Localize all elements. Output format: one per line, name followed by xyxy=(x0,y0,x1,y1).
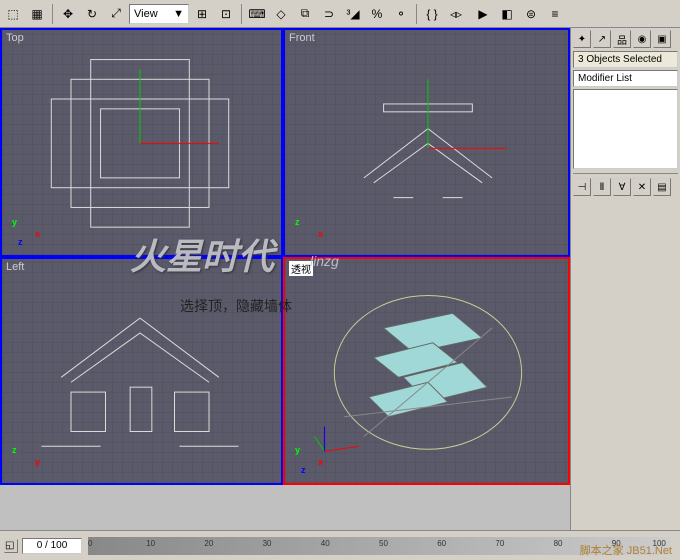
reference-dropdown[interactable]: View ▼ xyxy=(129,4,189,24)
viewport-label: 透视 xyxy=(289,261,313,276)
wireframe-left xyxy=(2,259,281,484)
main-area: Top x y z Front xyxy=(0,28,680,530)
timeline: ◱ 0 10 20 30 40 50 60 70 80 90 100 xyxy=(0,530,680,560)
material-icon[interactable]: ⊜ xyxy=(520,3,542,25)
axis-gizmo: x z xyxy=(293,217,323,247)
viewports-container: Top x y z Front xyxy=(0,28,570,530)
time-config-icon[interactable]: ◱ xyxy=(4,539,18,553)
panel-tabs: ✦ ↗ 品 ◉ ▣ xyxy=(573,30,678,48)
modify-tab-icon[interactable]: ↗ xyxy=(593,30,611,48)
mirror-icon[interactable]: ◃▹ xyxy=(445,3,467,25)
layers-icon[interactable]: ≡ xyxy=(544,3,566,25)
viewport-label: Left xyxy=(6,261,24,273)
selection-region-icon[interactable]: ⬚ xyxy=(2,3,24,25)
pin-stack-icon[interactable]: ⊣ xyxy=(573,178,591,196)
axis-gizmo: x y z xyxy=(293,445,323,475)
viewport-label: Top xyxy=(6,32,24,44)
transform-type-icon[interactable]: ⊞ xyxy=(191,3,213,25)
frame-input[interactable] xyxy=(22,538,82,554)
wireframe-perspective xyxy=(285,259,568,484)
right-toolbar: ▶ ◧ ⊜ ≡ xyxy=(472,3,566,25)
modifier-list-dropdown[interactable]: Modifier List xyxy=(573,70,678,87)
select-manipulate-icon[interactable]: ⊡ xyxy=(215,3,237,25)
named-selection-icon[interactable]: { } xyxy=(421,3,443,25)
viewport-top[interactable]: Top x y z xyxy=(0,28,283,257)
axis-gizmo: x y z xyxy=(10,217,40,247)
wireframe-top xyxy=(2,30,281,256)
viewport-label: Front xyxy=(289,32,315,44)
configure-icon[interactable]: ▤ xyxy=(653,178,671,196)
make-unique-icon[interactable]: ∀ xyxy=(613,178,631,196)
create-tab-icon[interactable]: ✦ xyxy=(573,30,591,48)
selection-window-icon[interactable]: ▦ xyxy=(26,3,48,25)
play-icon[interactable]: ▶ xyxy=(472,3,494,25)
main-toolbar: ⬚ ▦ ✥ ↻ ⤢ View ▼ ⊞ ⊡ ⌨ ◇ ⧉ ⊃ ³◢ % ⚬ { } … xyxy=(0,0,680,28)
snap3d-icon[interactable]: ⧉ xyxy=(294,3,316,25)
magnet-icon[interactable]: ⊃ xyxy=(318,3,340,25)
command-panel: ✦ ↗ 品 ◉ ▣ 3 Objects Selected Modifier Li… xyxy=(570,28,680,530)
modifier-stack[interactable] xyxy=(573,89,678,169)
modifier-controls: ⊣ Ⅱ ∀ ✕ ▤ xyxy=(573,173,678,196)
eraser-icon[interactable]: ◧ xyxy=(496,3,518,25)
display-tab-icon[interactable]: ▣ xyxy=(653,30,671,48)
rotate-icon[interactable]: ↻ xyxy=(81,3,103,25)
viewport-perspective[interactable]: 透视 x y z xyxy=(283,257,570,485)
motion-tab-icon[interactable]: ◉ xyxy=(633,30,651,48)
scale-icon[interactable]: ⤢ xyxy=(105,3,127,25)
snap-icon[interactable]: ◇ xyxy=(270,3,292,25)
viewport-front[interactable]: Front x z xyxy=(283,28,570,257)
remove-modifier-icon[interactable]: ✕ xyxy=(633,178,651,196)
show-end-icon[interactable]: Ⅱ xyxy=(593,178,611,196)
keyboard-icon[interactable]: ⌨ xyxy=(246,3,268,25)
angle-snap-icon[interactable]: ³◢ xyxy=(342,3,364,25)
spinner-snap-icon[interactable]: ⚬ xyxy=(390,3,412,25)
hierarchy-tab-icon[interactable]: 品 xyxy=(613,30,631,48)
move-icon[interactable]: ✥ xyxy=(57,3,79,25)
selection-status: 3 Objects Selected xyxy=(573,51,678,68)
axis-gizmo: y z xyxy=(10,445,40,475)
viewport-left[interactable]: Left y z xyxy=(0,257,283,485)
footer-watermark: 脚本之家 JB51.Net xyxy=(580,542,672,558)
percent-snap-icon[interactable]: % xyxy=(366,3,388,25)
wireframe-front xyxy=(285,30,568,256)
